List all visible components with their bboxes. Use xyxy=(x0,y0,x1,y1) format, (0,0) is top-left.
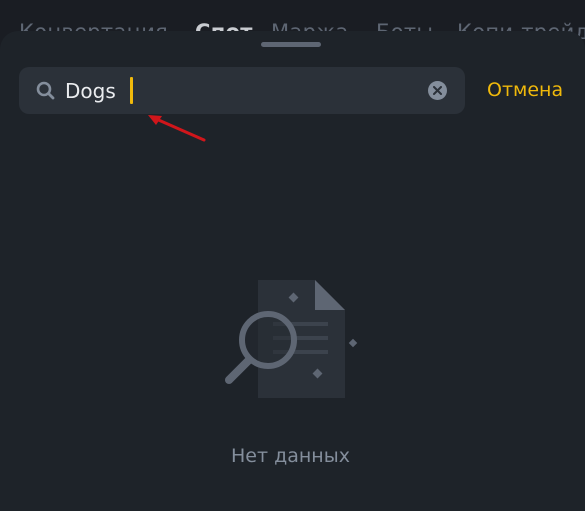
empty-state-message: Нет данных xyxy=(231,445,350,467)
text-cursor xyxy=(130,77,133,104)
document-search-icon xyxy=(225,280,358,398)
sheet-drag-handle[interactable] xyxy=(261,42,321,47)
annotation-arrow-icon xyxy=(148,115,206,142)
search-icon xyxy=(35,80,56,101)
search-sheet: Отмена xyxy=(0,31,585,511)
cancel-button[interactable]: Отмена xyxy=(487,79,563,101)
clear-icon[interactable] xyxy=(428,81,447,100)
search-input[interactable] xyxy=(65,75,415,106)
screen: Конвертация Спот Маржа Боты Копи-трейдин… xyxy=(0,0,585,511)
search-box[interactable] xyxy=(19,67,465,114)
